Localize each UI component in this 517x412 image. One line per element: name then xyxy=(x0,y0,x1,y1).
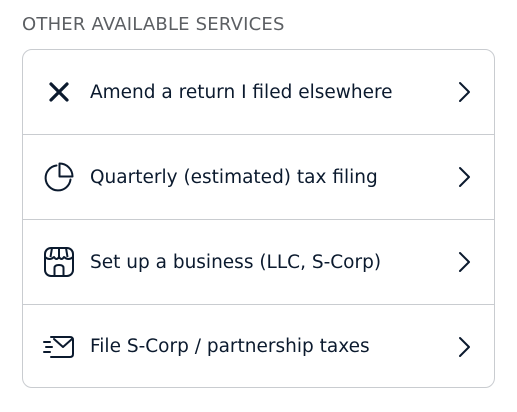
fast-mail-icon xyxy=(41,329,77,365)
service-row-scorp-partnership[interactable]: File S-Corp / partnership taxes xyxy=(23,305,494,387)
service-label: Set up a business (LLC, S-Corp) xyxy=(90,251,382,273)
service-row-amend-return[interactable]: Amend a return I filed elsewhere xyxy=(23,50,494,135)
storefront-icon xyxy=(41,244,77,280)
service-row-quarterly-tax[interactable]: Quarterly (estimated) tax filing xyxy=(23,135,494,220)
service-label: Amend a return I filed elsewhere xyxy=(90,81,393,103)
service-row-setup-business[interactable]: Set up a business (LLC, S-Corp) xyxy=(23,220,494,305)
chevron-right-icon xyxy=(454,80,474,104)
chevron-right-icon xyxy=(454,250,474,274)
section-title: OTHER AVAILABLE SERVICES xyxy=(22,14,285,35)
pie-chart-icon xyxy=(41,159,77,195)
service-label: Quarterly (estimated) tax filing xyxy=(90,166,378,188)
services-list: Amend a return I filed elsewhere Quarter… xyxy=(22,49,495,388)
chevron-right-icon xyxy=(454,165,474,189)
close-x-icon xyxy=(41,74,77,110)
service-label: File S-Corp / partnership taxes xyxy=(90,336,370,357)
chevron-right-icon xyxy=(454,335,474,359)
